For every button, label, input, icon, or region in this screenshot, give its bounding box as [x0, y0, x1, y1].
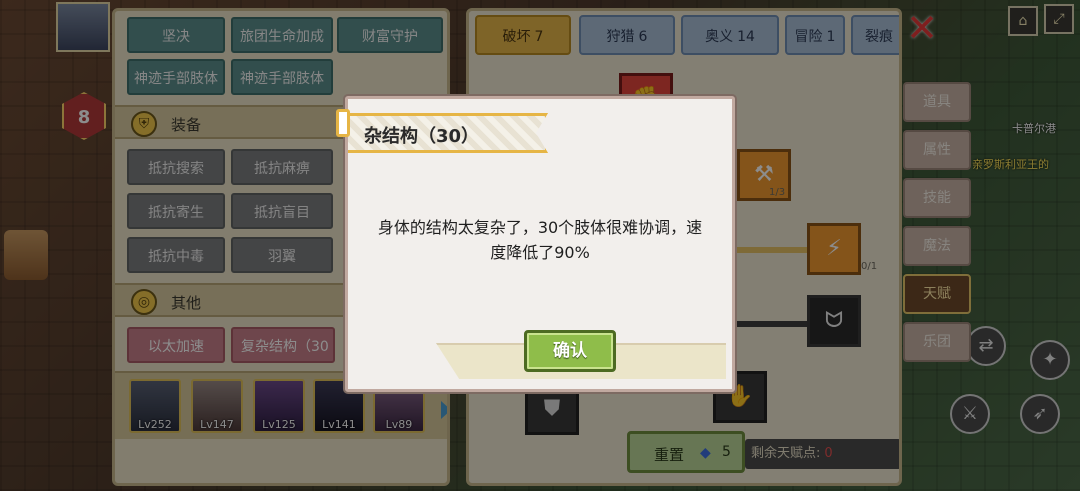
dialog-message: 身体的结构太复杂了，30个肢体很难协调，速度降低了90% — [377, 218, 703, 262]
dialog-title: 杂结构（30） — [364, 126, 480, 147]
skill-info-dialog: 杂结构（30） 身体的结构太复杂了，30个肢体很难协调，速度降低了90% 确认 — [336, 96, 735, 392]
dialog-title-ribbon: 杂结构（30） — [348, 113, 548, 153]
ribbon-clip-icon — [336, 109, 350, 137]
confirm-button[interactable]: 确认 — [524, 330, 616, 372]
